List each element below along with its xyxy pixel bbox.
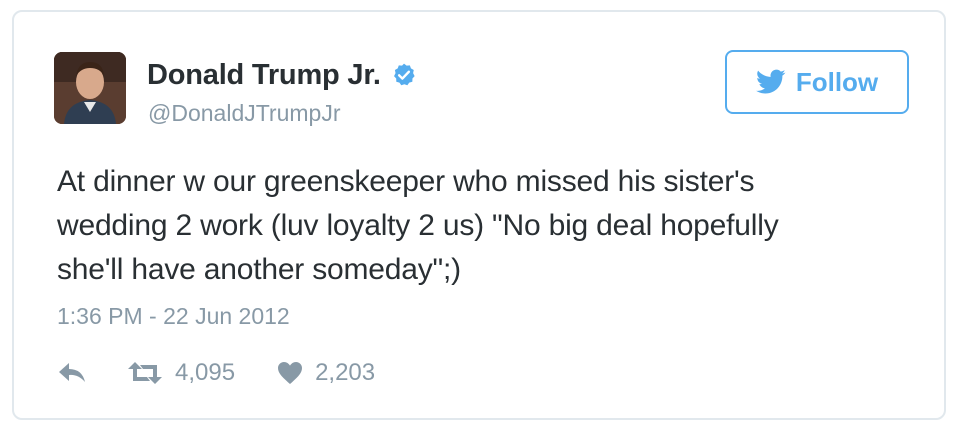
avatar[interactable] — [54, 52, 126, 124]
heart-icon — [278, 362, 303, 384]
retweet-button[interactable]: 4,095 — [127, 359, 235, 387]
follow-label: Follow — [795, 66, 879, 97]
display-name-row: Donald Trump Jr. — [147, 58, 417, 92]
tweet-text-line: she'll have another someday";) — [57, 253, 461, 286]
tweet-text: At dinner w our greenskeeper who missed … — [57, 160, 897, 292]
retweet-count: 4,095 — [175, 359, 236, 386]
verified-badge-icon — [393, 63, 415, 86]
follow-button[interactable]: Follow — [725, 50, 909, 114]
reply-button[interactable] — [57, 361, 87, 385]
tweet-text-line: At dinner w our greenskeeper who missed … — [57, 165, 755, 198]
like-count: 2,203 — [315, 359, 376, 386]
reply-icon — [59, 363, 85, 382]
display-name[interactable]: Donald Trump Jr. — [147, 59, 381, 92]
tweet-card: Donald Trump Jr. @DonaldJTrumpJr Follow … — [12, 10, 946, 420]
user-handle[interactable]: @DonaldJTrumpJr — [148, 100, 341, 127]
tweet-actions: 4,095 2,203 — [57, 357, 375, 389]
twitter-bird-icon — [755, 69, 786, 94]
tweet-text-line: wedding 2 work (luv loyalty 2 us) "No bi… — [57, 209, 779, 242]
tweet-timestamp[interactable]: 1:36 PM - 22 Jun 2012 — [57, 303, 290, 330]
retweet-icon — [128, 362, 162, 384]
like-button[interactable]: 2,203 — [277, 359, 375, 387]
